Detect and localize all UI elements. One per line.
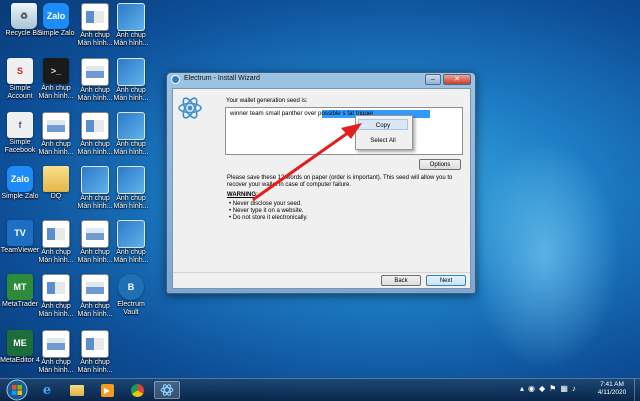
image-file-icon (42, 274, 70, 302)
tray-app-icon[interactable]: ◉ (528, 384, 535, 396)
minimize-button[interactable]: – (425, 74, 441, 85)
teamviewer-icon: TV (7, 220, 33, 246)
image-file-icon (117, 3, 145, 31)
wallpaper-glow (470, 140, 620, 370)
footer-divider (173, 272, 470, 273)
tray-app-icon[interactable]: ◆ (539, 384, 545, 396)
seed-text-area[interactable]: winner team small panther over possible … (225, 107, 463, 155)
desktop-icon-label: Ảnh chụp Màn hình... (38, 303, 74, 318)
image-file-icon (81, 3, 109, 31)
desktop-icon-screenshot[interactable]: Ảnh chụp Màn hình... (109, 112, 153, 157)
flag-icon[interactable]: ⚑ (549, 384, 556, 396)
file-explorer-icon[interactable] (64, 381, 90, 399)
image-file-icon (42, 112, 70, 140)
back-button[interactable]: Back (381, 275, 421, 286)
clock-date: 4/11/2020 (597, 389, 627, 396)
window-titlebar[interactable]: Electrum - Install Wizard – ✕ (167, 73, 475, 87)
electrum-logo-icon (178, 97, 202, 119)
desktop-icon-label: Ảnh chụp Màn hình... (113, 32, 149, 47)
electrum-icon: B (118, 274, 144, 300)
metatrader-icon: MT (7, 274, 33, 300)
image-file-icon (81, 274, 109, 302)
wizard-content: Your wallet generation seed is: winner t… (172, 88, 471, 289)
warning-item: Never type it on a website. (229, 208, 308, 215)
desktop-icon-screenshot[interactable]: Ảnh chụp Màn hình... (34, 112, 78, 157)
next-button[interactable]: Next (426, 275, 466, 286)
close-button[interactable]: ✕ (443, 74, 471, 85)
image-file-icon (117, 112, 145, 140)
volume-icon[interactable]: ♪ (572, 384, 576, 396)
zalo-icon: Zalo (7, 166, 33, 192)
desktop-icon-screenshot[interactable]: Ảnh chụp Màn hình... (109, 220, 153, 265)
show-desktop-button[interactable] (634, 379, 640, 401)
warning-item: Do not store it electronically. (229, 215, 308, 222)
desktop-icon-label: Ảnh chụp Màn hình... (113, 249, 149, 264)
desktop-icon-label: DQ (50, 193, 62, 200)
clock-time: 7:41 AM (600, 381, 624, 388)
desktop-icon-label: Simple Zalo (37, 30, 75, 37)
system-tray: ▴ ◉ ◆ ⚑ ▦ ♪ (520, 384, 576, 396)
desktop-icon-label: Ảnh chụp Màn hình... (38, 249, 74, 264)
desktop-icon-label: Ảnh chụp Màn hình... (113, 195, 149, 210)
desktop-icon-electrum-vault[interactable]: B Electrum Vault (109, 274, 153, 317)
warning-item: Never disclose your seed. (229, 201, 308, 208)
image-file-icon (42, 220, 70, 248)
electrum-icon (160, 384, 174, 396)
image-file-icon (81, 112, 109, 140)
image-file-icon (81, 166, 109, 194)
internet-explorer-icon[interactable]: e (34, 381, 60, 399)
network-icon[interactable]: ▦ (560, 384, 568, 396)
image-file-icon: >_ (43, 58, 69, 84)
options-button[interactable]: Options (419, 159, 461, 170)
metaeditor-icon: ME (7, 330, 33, 356)
desktop-icon-simple-zalo[interactable]: Zalo Simple Zalo (34, 3, 78, 38)
image-file-icon (117, 220, 145, 248)
desktop-icon-screenshot[interactable]: Ảnh chụp Màn hình... (109, 166, 153, 211)
start-button-windows-icon[interactable] (4, 379, 30, 401)
warning-list: Never disclose your seed. Never type it … (229, 201, 308, 222)
context-menu-select-all[interactable]: Select All (358, 135, 408, 146)
desktop-icon-screenshot[interactable]: Ảnh chụp Màn hình... (73, 330, 117, 375)
context-menu-copy[interactable]: Copy (358, 119, 408, 130)
chrome-icon[interactable] (124, 381, 150, 399)
image-file-icon (117, 166, 145, 194)
context-menu: Copy Select All (355, 115, 413, 150)
seed-heading: Your wallet generation seed is: (226, 98, 308, 104)
image-file-icon (81, 330, 109, 358)
tray-chevron-icon[interactable]: ▴ (520, 384, 524, 396)
electrum-install-wizard-window: Electrum - Install Wizard – ✕ Your walle… (166, 72, 476, 294)
desktop-icon-label: Ảnh chụp Màn hình... (38, 359, 74, 374)
electrum-app-icon (171, 75, 180, 84)
electrum-taskbar-icon[interactable] (154, 381, 180, 399)
desktop-icon-label: Ảnh chụp Màn hình... (77, 359, 113, 374)
window-title: Electrum - Install Wizard (184, 75, 260, 82)
seed-save-instructions: Please save these 12 words on paper (ord… (227, 175, 453, 188)
desktop-icon-label: Ảnh chụp Màn hình... (38, 85, 74, 100)
desktop-icon-screenshot[interactable]: Ảnh chụp Màn hình... (34, 330, 78, 375)
desktop-icon-label: Ảnh chụp Màn hình... (113, 141, 149, 156)
taskbar-clock[interactable]: 7:41 AM 4/11/2020 (592, 381, 632, 397)
desktop-icon-screenshot[interactable]: Ảnh chụp Màn hình... (109, 58, 153, 103)
image-file-icon (117, 58, 145, 86)
desktop-icon-label: Ảnh chụp Màn hình... (113, 87, 149, 102)
simple-account-icon: S (7, 58, 33, 84)
desktop-icon-screenshot[interactable]: >_ Ảnh chụp Màn hình... (34, 58, 78, 101)
desktop-icon-screenshot[interactable]: Ảnh chụp Màn hình... (34, 220, 78, 265)
zalo-icon: Zalo (43, 3, 69, 29)
desktop-icon-dq[interactable]: DQ (34, 166, 78, 201)
image-file-icon (81, 58, 109, 86)
image-file-icon (81, 220, 109, 248)
image-file-icon (42, 330, 70, 358)
facebook-icon: f (7, 112, 33, 138)
media-player-icon[interactable]: ▶ (94, 381, 120, 399)
warning-title: WARNING: (227, 192, 258, 198)
desktop-icon-screenshot[interactable]: Ảnh chụp Màn hình... (34, 274, 78, 319)
folder-icon (43, 166, 69, 192)
desktop-icon-label: Electrum Vault (117, 301, 145, 316)
desktop-icon-label: Ảnh chụp Màn hình... (38, 141, 74, 156)
taskbar: e ▶ ▴ ◉ ◆ ⚑ ▦ ♪ 7:41 AM 4/11/2020 (0, 378, 640, 401)
desktop-icon-screenshot[interactable]: Ảnh chụp Màn hình... (109, 3, 153, 48)
seed-text: winner team small panther over possible … (230, 110, 374, 117)
